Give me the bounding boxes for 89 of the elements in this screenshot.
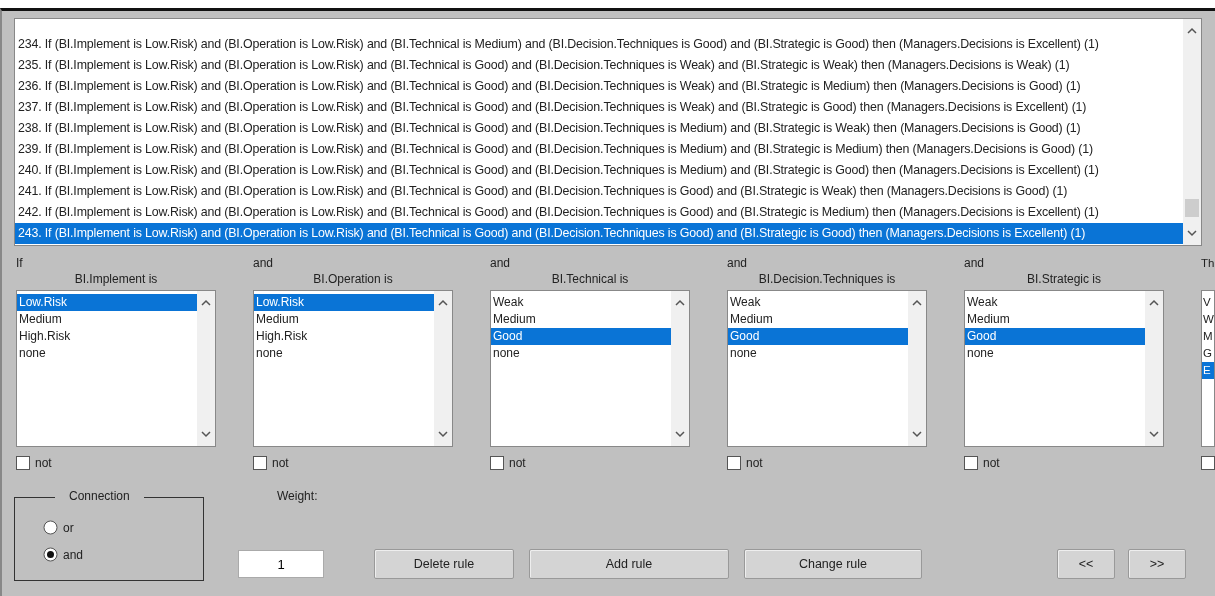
rule-item[interactable]: 238. If (BI.Implement is Low.Risk) and (BI.Operation is Low.Risk) and (BI.Technical is Good) and (BI.Decision.Techniques is Medium) and (BI.Strategic is Weak) then (Managers.Decisions is Good) (1): [15, 118, 1183, 139]
term-listbox[interactable]: Weak Medium Good none: [964, 290, 1164, 447]
checkbox[interactable]: [253, 456, 267, 470]
scrollbar-thumb[interactable]: [1185, 199, 1199, 217]
term-option[interactable]: Good: [728, 328, 908, 345]
variable-label: BI.Decision.Techniques is: [757, 271, 897, 288]
term-option[interactable]: W: [1202, 311, 1214, 328]
weight-field[interactable]: 1: [238, 550, 324, 578]
radio-label: or: [63, 520, 74, 535]
not-label: not: [983, 456, 1000, 470]
connector-label: and: [727, 256, 749, 270]
action-button[interactable]: Change rule: [744, 549, 922, 579]
action-button[interactable]: >>: [1128, 549, 1186, 579]
scroll-down-icon[interactable]: [1149, 431, 1159, 438]
term-option[interactable]: Medium: [491, 311, 671, 328]
scroll-down-icon[interactable]: [201, 431, 211, 438]
connector-label: Th: [1201, 256, 1215, 270]
term-option[interactable]: V: [1202, 294, 1214, 311]
term-option[interactable]: Medium: [728, 311, 908, 328]
term-option[interactable]: Weak: [965, 294, 1145, 311]
checkbox[interactable]: [1201, 456, 1215, 470]
term-option[interactable]: none: [965, 345, 1145, 362]
radio-button[interactable]: [43, 520, 58, 535]
term-listbox[interactable]: Low.Risk Medium High.Risk none: [16, 290, 216, 447]
term-option[interactable]: Good: [965, 328, 1145, 345]
action-button[interactable]: Add rule: [529, 549, 729, 579]
scroll-up-icon[interactable]: [1187, 27, 1197, 34]
connector-label: and: [490, 256, 512, 270]
term-listbox[interactable]: V W M G E: [1201, 290, 1215, 447]
scroll-down-icon[interactable]: [675, 431, 685, 438]
variable-label: BI.Operation is: [312, 271, 394, 288]
term-option[interactable]: Weak: [491, 294, 671, 311]
scroll-up-icon[interactable]: [201, 299, 211, 306]
term-option[interactable]: Low.Risk: [17, 294, 197, 311]
connector-label: If: [16, 256, 24, 270]
term-option[interactable]: none: [491, 345, 671, 362]
rule-item[interactable]: 236. If (BI.Implement is Low.Risk) and (BI.Operation is Low.Risk) and (BI.Technical is Good) and (BI.Decision.Techniques is Weak) and (BI.Strategic is Medium) then (Managers.Decisions is Good) (1): [15, 76, 1183, 97]
radio-button[interactable]: [43, 547, 58, 562]
not-label: not: [509, 456, 526, 470]
checkbox[interactable]: [490, 456, 504, 470]
term-option[interactable]: Low.Risk: [254, 294, 434, 311]
term-option[interactable]: High.Risk: [17, 328, 197, 345]
weight-label: Weight:: [277, 489, 318, 503]
term-option[interactable]: Medium: [17, 311, 197, 328]
term-listbox[interactable]: Low.Risk Medium High.Risk none: [253, 290, 453, 447]
action-button[interactable]: Delete rule: [374, 549, 514, 579]
checkbox[interactable]: [727, 456, 741, 470]
scroll-down-icon[interactable]: [912, 431, 922, 438]
scroll-down-icon[interactable]: [1187, 230, 1197, 237]
rule-item[interactable]: 234. If (BI.Implement is Low.Risk) and (BI.Operation is Low.Risk) and (BI.Technical is Medium) and (BI.Decision.Techniques is Good) and (BI.Strategic is Good) then (Managers.Decisions is Excellent) (1): [15, 34, 1183, 55]
connector-label: and: [964, 256, 986, 270]
term-option[interactable]: Medium: [965, 311, 1145, 328]
term-option[interactable]: High.Risk: [254, 328, 434, 345]
term-option[interactable]: none: [254, 345, 434, 362]
rule-item[interactable]: 237. If (BI.Implement is Low.Risk) and (BI.Operation is Low.Risk) and (BI.Technical is Good) and (BI.Decision.Techniques is Weak) and (BI.Strategic is Good) then (Managers.Decisions is Excellent) (1): [15, 97, 1183, 118]
term-option[interactable]: none: [17, 345, 197, 362]
rule-item[interactable]: 241. If (BI.Implement is Low.Risk) and (BI.Operation is Low.Risk) and (BI.Technical is Good) and (BI.Decision.Techniques is Good) and (BI.Strategic is Weak) then (Managers.Decisions is Good) (1): [15, 181, 1183, 202]
scroll-down-icon[interactable]: [438, 431, 448, 438]
rule-listbox[interactable]: [14, 18, 1202, 246]
connector-label: and: [253, 256, 275, 270]
term-option[interactable]: M: [1202, 328, 1214, 345]
rule-item[interactable]: 235. If (BI.Implement is Low.Risk) and (BI.Operation is Low.Risk) and (BI.Technical is Good) and (BI.Decision.Techniques is Weak) and (BI.Strategic is Weak) then (Managers.Decisions is Weak) (1): [15, 55, 1183, 76]
term-option[interactable]: none: [728, 345, 908, 362]
variable-label: BI.Strategic is: [1026, 271, 1102, 288]
radio-label: and: [63, 547, 84, 562]
not-label: not: [35, 456, 52, 470]
rule-item[interactable]: 243. If (BI.Implement is Low.Risk) and (BI.Operation is Low.Risk) and (BI.Technical is Good) and (BI.Decision.Techniques is Good) and (BI.Strategic is Good) then (Managers.Decisions is Excellent) (1): [15, 223, 1183, 244]
variable-label: BI.Implement is: [73, 271, 159, 288]
checkbox[interactable]: [964, 456, 978, 470]
term-listbox[interactable]: Weak Medium Good none: [490, 290, 690, 447]
group-title: Connection: [55, 489, 144, 503]
scroll-up-icon[interactable]: [675, 299, 685, 306]
rule-item[interactable]: 242. If (BI.Implement is Low.Risk) and (BI.Operation is Low.Risk) and (BI.Technical is Good) and (BI.Decision.Techniques is Good) and (BI.Strategic is Medium) then (Managers.Decisions is Excellent) (1): [15, 202, 1183, 223]
not-label: not: [746, 456, 763, 470]
term-listbox[interactable]: Weak Medium Good none: [727, 290, 927, 447]
variable-label: BI.Technical is: [550, 271, 630, 288]
term-option[interactable]: G: [1202, 345, 1214, 362]
scroll-up-icon[interactable]: [438, 299, 448, 306]
action-button[interactable]: <<: [1057, 549, 1115, 579]
rule-item[interactable]: 240. If (BI.Implement is Low.Risk) and (BI.Operation is Low.Risk) and (BI.Technical is Good) and (BI.Decision.Techniques is Medium) and (BI.Strategic is Good) then (Managers.Decisions is Excellent) (1): [15, 160, 1183, 181]
term-option[interactable]: E: [1202, 362, 1214, 379]
rule-item[interactable]: 239. If (BI.Implement is Low.Risk) and (BI.Operation is Low.Risk) and (BI.Technical is Good) and (BI.Decision.Techniques is Medium) and (BI.Strategic is Medium) then (Managers.Decisions is Good) (1): [15, 139, 1183, 160]
checkbox[interactable]: [16, 456, 30, 470]
term-option[interactable]: Weak: [728, 294, 908, 311]
scroll-up-icon[interactable]: [1149, 299, 1159, 306]
scroll-up-icon[interactable]: [912, 299, 922, 306]
term-option[interactable]: Medium: [254, 311, 434, 328]
term-option[interactable]: Good: [491, 328, 671, 345]
not-label: not: [272, 456, 289, 470]
